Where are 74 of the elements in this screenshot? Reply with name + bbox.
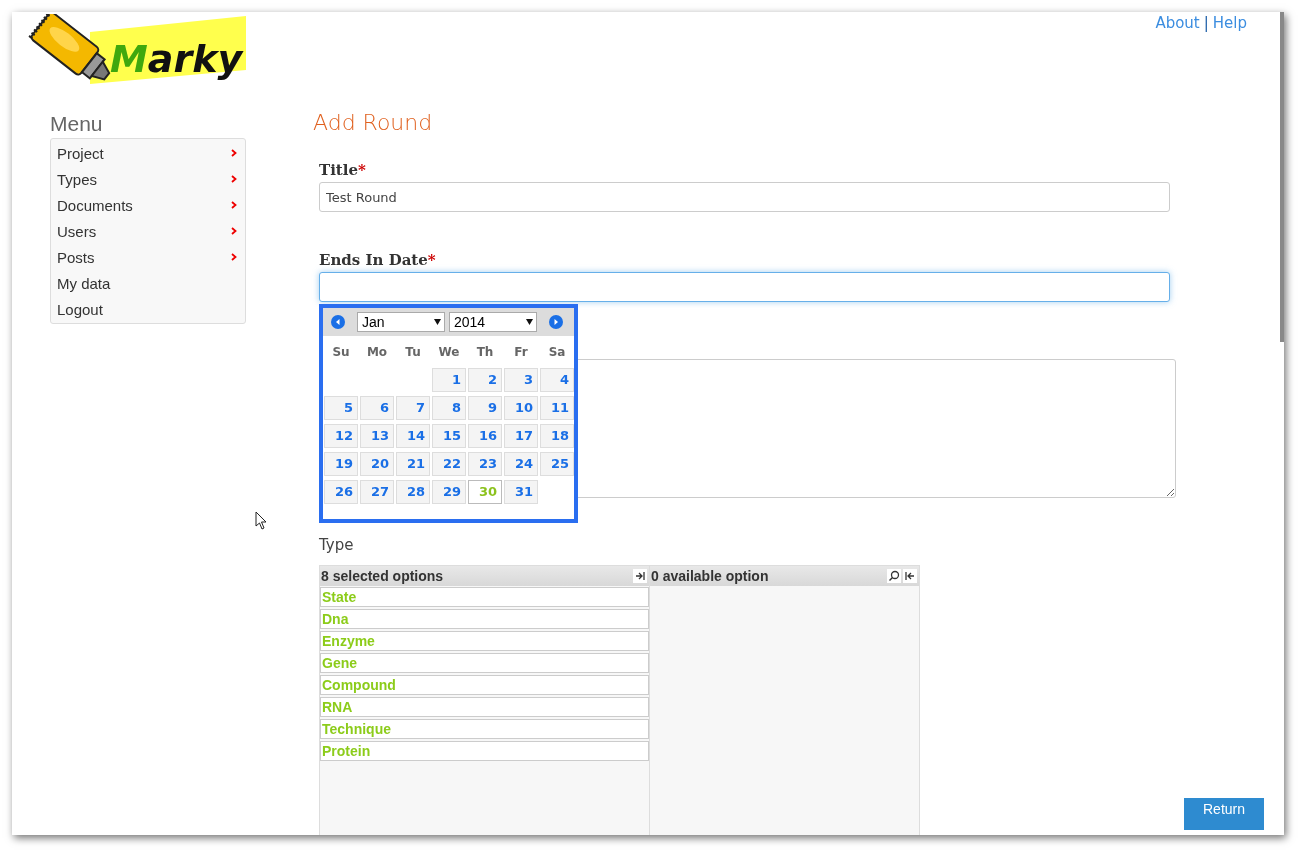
year-select[interactable]: 2014 xyxy=(449,312,537,332)
weekday-label: Tu xyxy=(404,344,422,361)
chevron-right-icon xyxy=(231,149,237,157)
calendar-day[interactable]: 25 xyxy=(540,452,574,476)
weekday-label: Mo xyxy=(365,344,389,361)
calendar-day[interactable]: 26 xyxy=(324,480,358,504)
calendar-day[interactable]: 16 xyxy=(468,424,502,448)
calendar-day[interactable]: 9 xyxy=(468,396,502,420)
chevron-right-icon xyxy=(231,201,237,209)
menu-item[interactable]: Types xyxy=(51,166,245,192)
title-input[interactable]: Test Round xyxy=(319,182,1170,212)
calendar-day[interactable]: 14 xyxy=(396,424,430,448)
calendar-day[interactable]: 29 xyxy=(432,480,466,504)
weekday-label: Su xyxy=(331,344,351,361)
menu-item[interactable]: Logout xyxy=(51,296,245,322)
list-header: 8 selected options xyxy=(321,568,444,584)
calendar-day[interactable]: 22 xyxy=(432,452,466,476)
chevron-right-icon xyxy=(231,175,237,183)
field-label: Title* xyxy=(319,161,367,179)
calendar-day[interactable]: 1 xyxy=(432,368,466,392)
weekday-label: Sa xyxy=(547,344,567,361)
menu-item[interactable]: Documents xyxy=(51,192,245,218)
menu-item[interactable]: Users xyxy=(51,218,245,244)
scrollbar[interactable] xyxy=(1280,12,1284,342)
chevron-right-icon xyxy=(231,227,237,235)
list-header: 0 available option xyxy=(651,568,769,584)
calendar-day[interactable]: 21 xyxy=(396,452,430,476)
page-title: Add Round xyxy=(313,110,434,135)
logo-text: Marky xyxy=(110,37,243,81)
caret-icon xyxy=(434,319,441,325)
calendar-day[interactable]: 15 xyxy=(432,424,466,448)
calendar-day[interactable]: 10 xyxy=(504,396,538,420)
calendar-day[interactable]: 20 xyxy=(360,452,394,476)
weekday-label: Fr xyxy=(513,344,529,361)
date-input[interactable] xyxy=(319,272,1170,302)
calendar-day[interactable]: 3 xyxy=(504,368,538,392)
calendar-day[interactable]: 28 xyxy=(396,480,430,504)
help-link[interactable]: Help xyxy=(1212,14,1247,32)
weekday-label: We xyxy=(437,344,461,361)
search-icon[interactable] xyxy=(887,569,901,583)
link-separator: | xyxy=(1203,14,1209,32)
calendar-day[interactable]: 7 xyxy=(396,396,430,420)
calendar-day[interactable]: 18 xyxy=(540,424,574,448)
calendar-day[interactable]: 4 xyxy=(540,368,574,392)
menu-title: Menu xyxy=(50,112,104,136)
add-all-icon[interactable] xyxy=(903,569,917,583)
calendar-day[interactable]: 24 xyxy=(504,452,538,476)
calendar-day[interactable]: 13 xyxy=(360,424,394,448)
chevron-right-icon xyxy=(231,253,237,261)
calendar-day[interactable]: 11 xyxy=(540,396,574,420)
menu-item[interactable]: Posts xyxy=(51,244,245,270)
menu-item[interactable]: Project xyxy=(51,140,245,166)
about-link[interactable]: About xyxy=(1155,14,1200,32)
next-month-icon[interactable] xyxy=(549,315,563,329)
return-button[interactable]: Return xyxy=(1184,798,1264,830)
calendar-day[interactable]: 17 xyxy=(504,424,538,448)
calendar-day[interactable]: 27 xyxy=(360,480,394,504)
calendar-day[interactable]: 12 xyxy=(324,424,358,448)
remove-all-icon[interactable] xyxy=(633,569,647,583)
month-select[interactable]: Jan xyxy=(357,312,445,332)
calendar-day[interactable]: 5 xyxy=(324,396,358,420)
weekday-label: Th xyxy=(475,344,495,361)
caret-icon xyxy=(526,319,533,325)
field-label: Ends In Date* xyxy=(319,251,437,269)
calendar-day[interactable]: 6 xyxy=(360,396,394,420)
calendar-day[interactable]: 19 xyxy=(324,452,358,476)
calendar-day[interactable]: 23 xyxy=(468,452,502,476)
calendar-day[interactable]: 31 xyxy=(504,480,538,504)
calendar-day[interactable]: 2 xyxy=(468,368,502,392)
field-label: Type xyxy=(319,536,355,554)
previous-month-icon[interactable] xyxy=(331,315,345,329)
calendar-day[interactable]: 8 xyxy=(432,396,466,420)
menu-item[interactable]: My data xyxy=(51,270,245,296)
mouse-pointer-icon xyxy=(255,511,267,530)
